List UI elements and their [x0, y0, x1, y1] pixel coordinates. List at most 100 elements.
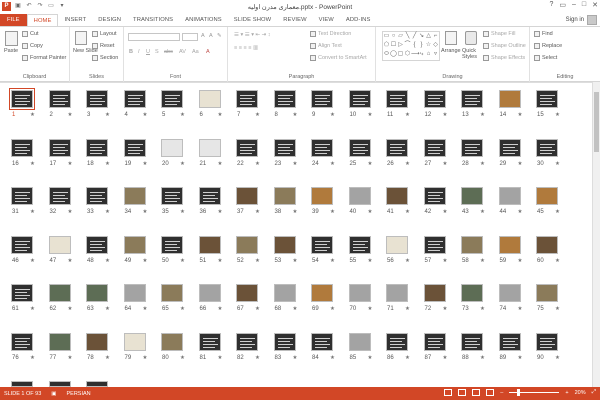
shape-option[interactable]: ⌂: [425, 50, 432, 59]
underline-button[interactable]: U: [146, 49, 150, 55]
slide-thumbnail[interactable]: [536, 138, 558, 157]
slide-thumbnail[interactable]: [423, 90, 446, 108]
slide-thumbnail[interactable]: [198, 332, 221, 351]
slide-thumbnail[interactable]: [198, 187, 221, 205]
tab-animations[interactable]: ANIMATIONS: [179, 14, 228, 26]
transition-star-icon[interactable]: ★: [555, 306, 560, 312]
reading-view-icon[interactable]: [472, 389, 481, 396]
transition-star-icon[interactable]: ★: [255, 306, 260, 312]
transition-star-icon[interactable]: ★: [68, 209, 73, 215]
arrange-icon[interactable]: [445, 31, 457, 45]
slide-thumbnail[interactable]: [386, 90, 408, 108]
transition-star-icon[interactable]: ★: [143, 112, 148, 118]
transition-star-icon[interactable]: ★: [180, 355, 185, 361]
transition-star-icon[interactable]: ★: [293, 112, 298, 118]
clear-formatting-icon[interactable]: ✎: [217, 33, 222, 39]
transition-star-icon[interactable]: ★: [518, 306, 523, 312]
slide-thumbnail[interactable]: [311, 90, 333, 108]
slide-thumbnail[interactable]: [273, 235, 296, 254]
zoom-out-icon[interactable]: –: [500, 390, 503, 396]
shape-option[interactable]: ▭: [383, 32, 390, 41]
slide-thumbnail[interactable]: [536, 284, 558, 302]
slide-thumbnail[interactable]: [123, 187, 146, 205]
transition-star-icon[interactable]: ★: [368, 355, 373, 361]
slide-thumbnail[interactable]: [461, 138, 483, 157]
shape-fill-button[interactable]: Shape Fill: [483, 31, 515, 37]
tab-file[interactable]: FILE: [0, 14, 27, 26]
slide-thumbnail[interactable]: [9, 88, 35, 110]
help-button[interactable]: ?: [549, 1, 553, 9]
slide-thumbnail[interactable]: [311, 235, 333, 254]
transition-star-icon[interactable]: ★: [293, 161, 298, 167]
slide-thumbnail[interactable]: [386, 187, 408, 205]
transition-star-icon[interactable]: ★: [68, 161, 73, 167]
transition-star-icon[interactable]: ★: [30, 209, 35, 215]
slide-thumbnail[interactable]: [461, 90, 483, 108]
transition-star-icon[interactable]: ★: [105, 355, 110, 361]
slide-thumbnail[interactable]: [161, 187, 183, 205]
transition-star-icon[interactable]: ★: [405, 355, 410, 361]
transition-star-icon[interactable]: ★: [330, 209, 335, 215]
slide-thumbnail[interactable]: [11, 284, 33, 302]
slide-thumbnail[interactable]: [48, 235, 71, 254]
normal-view-icon[interactable]: [444, 389, 453, 396]
transition-star-icon[interactable]: ★: [368, 258, 373, 264]
shape-option[interactable]: ⌐: [432, 32, 439, 41]
close-button[interactable]: ✕: [592, 1, 598, 9]
transition-star-icon[interactable]: ★: [180, 112, 185, 118]
text-direction-button[interactable]: Text Direction: [310, 31, 351, 37]
transition-star-icon[interactable]: ★: [255, 161, 260, 167]
shape-option[interactable]: ⬠: [383, 41, 390, 50]
tab-transitions[interactable]: TRANSITIONS: [127, 14, 179, 26]
slide-thumbnail[interactable]: [86, 138, 108, 157]
arrange-button[interactable]: Arrange: [441, 48, 461, 54]
slide-thumbnail[interactable]: [536, 90, 558, 108]
transition-star-icon[interactable]: ★: [518, 112, 523, 118]
slide-thumbnail[interactable]: [311, 284, 333, 302]
slide-thumbnail[interactable]: [498, 235, 521, 254]
transition-star-icon[interactable]: ★: [255, 209, 260, 215]
shape-option[interactable]: ⬭: [383, 50, 390, 59]
slide-thumbnail[interactable]: [348, 235, 371, 254]
slide-thumbnail[interactable]: [48, 332, 71, 351]
slide-thumbnail[interactable]: [236, 284, 258, 302]
transition-star-icon[interactable]: ★: [443, 355, 448, 361]
slide-thumbnail[interactable]: [311, 138, 333, 157]
tab-insert[interactable]: INSERT: [58, 14, 92, 26]
slide-thumbnail[interactable]: [236, 90, 258, 108]
slide-thumbnail[interactable]: [423, 235, 446, 254]
slide-thumbnail[interactable]: [311, 332, 333, 351]
shape-option[interactable]: ╱: [411, 32, 418, 41]
shapes-gallery[interactable]: ▭ ○ ▱ ╲ ╱ ↘ △ ⌐ ⬠ ☐ ▷ ⌒{} ☆ ◇ ⬭ ◯ ▢ ⬡ ⟶ ⤷ ⌂ ▿: [382, 31, 440, 61]
slide-thumbnail[interactable]: [423, 284, 446, 302]
transition-star-icon[interactable]: ★: [518, 258, 523, 264]
slide-thumbnail[interactable]: [348, 187, 371, 205]
transition-star-icon[interactable]: ★: [405, 306, 410, 312]
transition-star-icon[interactable]: ★: [30, 258, 35, 264]
slide-thumbnail[interactable]: [273, 284, 296, 302]
shape-option[interactable]: ⬡: [404, 50, 411, 59]
vertical-scrollbar[interactable]: [592, 82, 600, 387]
transition-star-icon[interactable]: ★: [105, 258, 110, 264]
bullets-icon[interactable]: ☰ ▾ ☰ ▾ ⇤ ⇥ ↕: [234, 32, 271, 38]
cut-button[interactable]: Cut: [22, 31, 39, 37]
transition-star-icon[interactable]: ★: [555, 355, 560, 361]
slide-thumbnail[interactable]: [461, 235, 483, 254]
slide-thumbnail[interactable]: [11, 138, 33, 157]
slide-thumbnail[interactable]: [498, 332, 521, 351]
transition-star-icon[interactable]: ★: [368, 112, 373, 118]
transition-star-icon[interactable]: ★: [68, 112, 73, 118]
section-button[interactable]: Section: [92, 55, 118, 61]
transition-star-icon[interactable]: ★: [68, 355, 73, 361]
transition-star-icon[interactable]: ★: [255, 258, 260, 264]
slide-thumbnail[interactable]: [161, 332, 183, 351]
grow-font-icon[interactable]: A: [201, 33, 205, 39]
transition-star-icon[interactable]: ★: [480, 161, 485, 167]
transition-star-icon[interactable]: ★: [30, 161, 35, 167]
transition-star-icon[interactable]: ★: [68, 258, 73, 264]
transition-star-icon[interactable]: ★: [180, 161, 185, 167]
slideshow-view-icon[interactable]: [486, 389, 495, 396]
shape-option[interactable]: ▱: [397, 32, 404, 41]
transition-star-icon[interactable]: ★: [143, 258, 148, 264]
slide-thumbnail[interactable]: [498, 187, 521, 205]
